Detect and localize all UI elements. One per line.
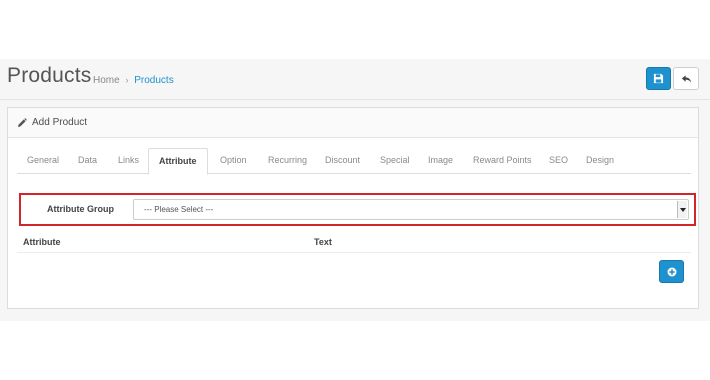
attribute-group-label: Attribute Group	[47, 204, 114, 214]
breadcrumb-separator: ›	[125, 75, 129, 85]
panel-title: Add Product	[32, 117, 88, 128]
column-header-attribute: Attribute	[23, 237, 61, 247]
chevron-down-icon[interactable]	[677, 201, 687, 218]
attribute-group-selected-value: --- Please Select ---	[144, 205, 214, 214]
attribute-group-select[interactable]: --- Please Select ---	[133, 199, 689, 220]
page-title: Products	[7, 64, 92, 87]
save-icon	[653, 73, 664, 84]
pencil-icon	[18, 117, 27, 127]
tab-recurring[interactable]: Recurring	[268, 148, 307, 174]
tab-image[interactable]: Image	[428, 148, 453, 174]
breadcrumb: Home › Products	[93, 75, 174, 86]
plus-circle-icon	[667, 267, 676, 276]
tab-reward-points[interactable]: Reward Points	[473, 148, 532, 174]
save-button[interactable]	[646, 67, 671, 90]
panel-heading: Add Product	[8, 108, 698, 138]
reply-icon	[681, 74, 691, 83]
tab-general[interactable]: General	[27, 148, 59, 174]
tab-data[interactable]: Data	[78, 148, 97, 174]
add-attribute-button[interactable]	[659, 260, 684, 283]
breadcrumb-home-link[interactable]: Home	[93, 75, 120, 86]
add-product-panel: Add Product General Data Links Attribute…	[7, 107, 699, 309]
column-header-text: Text	[314, 237, 332, 247]
breadcrumb-products-link[interactable]: Products	[134, 75, 173, 86]
tab-discount[interactable]: Discount	[325, 148, 360, 174]
product-tabs: General Data Links Attribute Option Recu…	[17, 148, 691, 175]
tab-attribute[interactable]: Attribute	[148, 148, 208, 175]
header-divider	[0, 99, 710, 100]
table-header-divider	[17, 252, 691, 253]
tab-seo[interactable]: SEO	[549, 148, 568, 174]
tab-links[interactable]: Links	[118, 148, 139, 174]
back-button[interactable]	[673, 67, 699, 90]
tab-option[interactable]: Option	[220, 148, 247, 174]
tab-special[interactable]: Special	[380, 148, 410, 174]
tab-design[interactable]: Design	[586, 148, 614, 174]
